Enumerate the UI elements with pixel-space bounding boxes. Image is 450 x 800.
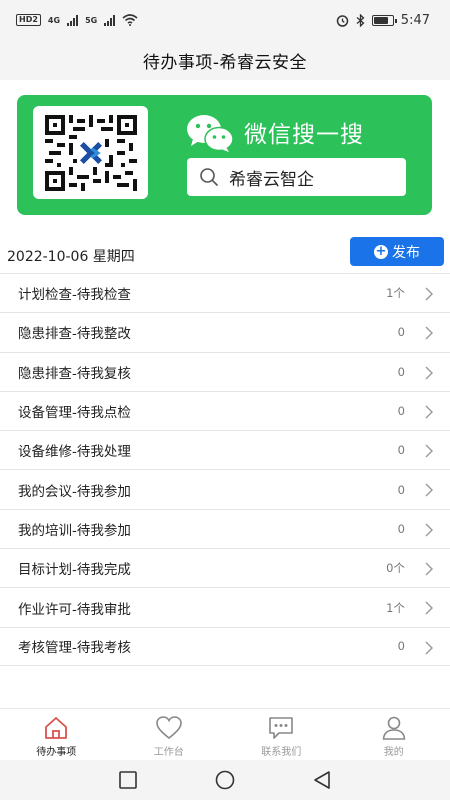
tab-workbench[interactable]: 工作台 — [113, 709, 226, 760]
task-count: 0 — [397, 482, 405, 497]
home-icon — [45, 717, 68, 739]
tab-label: 工作台 — [153, 747, 184, 758]
chevron-right-icon — [425, 287, 433, 301]
task-label: 隐患排查-待我整改 — [18, 326, 131, 343]
search-keyword: 希睿云智企 — [229, 169, 314, 190]
wechat-banner[interactable]: 微信搜一搜 希睿云智企 — [17, 95, 432, 215]
status-bar: HD2 4G 5G 5:47 — [0, 0, 450, 40]
bluetooth-icon — [356, 13, 365, 27]
home-circle-icon[interactable] — [214, 769, 236, 791]
tab-label: 待办事项 — [36, 747, 77, 758]
system-nav-bar — [0, 760, 450, 800]
task-item-meetings[interactable]: 我的会议-待我参加 0 — [0, 469, 450, 508]
task-count: 0 — [397, 364, 405, 379]
task-item-training[interactable]: 我的培训-待我参加 0 — [0, 508, 450, 548]
chevron-right-icon — [425, 483, 433, 497]
chevron-right-icon — [425, 366, 433, 380]
app-header: 待办事项-希睿云安全 — [0, 40, 450, 80]
chevron-right-icon — [425, 444, 433, 458]
task-item-target-plan[interactable]: 目标计划-待我完成 0个 — [0, 548, 450, 587]
task-item-hazard-rectify[interactable]: 隐患排查-待我整改 0 — [0, 312, 450, 351]
task-label: 作业许可-待我审批 — [18, 601, 131, 618]
task-label: 隐患排查-待我复核 — [18, 365, 131, 382]
task-count: 0 — [397, 404, 405, 419]
task-label: 我的会议-待我参加 — [18, 483, 131, 500]
task-list: 计划检查-待我检查 1个 隐患排查-待我整改 0 隐患排查-待我复核 0 设备管… — [0, 273, 450, 666]
task-count: 0 — [397, 443, 405, 458]
task-count: 0 — [397, 325, 405, 340]
task-item-plan-check[interactable]: 计划检查-待我检查 1个 — [0, 273, 450, 312]
signal-icon — [67, 14, 79, 26]
date-row: 2022-10-06 星期四 + 发布 — [0, 232, 450, 272]
chevron-right-icon — [425, 326, 433, 340]
alarm-icon — [336, 14, 349, 27]
chevron-right-icon — [425, 523, 433, 537]
task-item-work-permit[interactable]: 作业许可-待我审批 1个 — [0, 587, 450, 626]
network-type-2: 5G — [85, 15, 98, 25]
publish-label: 发布 — [392, 244, 420, 261]
task-count: 1个 — [386, 286, 405, 301]
status-right: 5:47 — [336, 13, 430, 28]
task-item-assessment[interactable]: 考核管理-待我考核 0 — [0, 626, 450, 666]
task-count: 1个 — [386, 600, 405, 615]
task-label: 考核管理-待我考核 — [18, 640, 131, 657]
task-count: 0 — [397, 521, 405, 536]
current-date: 2022-10-06 星期四 — [7, 249, 135, 265]
wechat-search-title: 微信搜一搜 — [244, 122, 364, 148]
tab-todo[interactable]: 待办事项 — [0, 709, 113, 760]
network-type-1: 4G — [47, 15, 61, 25]
clock: 5:47 — [400, 12, 430, 28]
tab-contact[interactable]: 联系我们 — [225, 709, 338, 760]
user-icon — [382, 716, 406, 740]
page-title: 待办事项-希睿云安全 — [142, 52, 308, 73]
task-label: 设备管理-待我点检 — [18, 405, 131, 422]
tab-label: 我的 — [383, 747, 404, 758]
chevron-right-icon — [425, 562, 433, 576]
chevron-right-icon — [425, 405, 433, 419]
wechat-search-box[interactable]: 希睿云智企 — [187, 158, 406, 196]
task-label: 目标计划-待我完成 — [18, 562, 131, 579]
tab-mine[interactable]: 我的 — [338, 709, 450, 760]
signal-icon — [104, 14, 116, 26]
search-icon — [200, 168, 219, 187]
recent-apps-icon[interactable] — [117, 769, 139, 791]
tab-label: 联系我们 — [261, 747, 302, 758]
task-label: 设备维修-待我处理 — [18, 444, 131, 461]
task-count: 0 — [397, 639, 405, 654]
chevron-right-icon — [425, 601, 433, 615]
task-item-equipment-repair[interactable]: 设备维修-待我处理 0 — [0, 430, 450, 469]
qr-code-icon — [44, 114, 137, 191]
publish-button[interactable]: + 发布 — [350, 237, 444, 266]
task-count: 0个 — [386, 561, 405, 576]
status-left: HD2 4G 5G — [16, 14, 138, 26]
plus-icon: + — [374, 243, 388, 259]
wifi-icon — [122, 14, 138, 26]
back-icon[interactable] — [311, 769, 333, 791]
task-label: 计划检查-待我检查 — [18, 287, 131, 304]
hd-badge: HD2 — [16, 14, 41, 26]
heart-icon — [155, 716, 182, 740]
bottom-tab-bar: 待办事项 工作台 联系我们 我的 — [0, 708, 450, 760]
chat-icon — [269, 717, 294, 739]
chevron-right-icon — [425, 641, 433, 655]
battery-icon — [371, 14, 397, 26]
wechat-logo-icon — [187, 115, 234, 152]
qr-code — [33, 106, 148, 199]
task-label: 我的培训-待我参加 — [18, 522, 131, 539]
task-item-equipment-inspect[interactable]: 设备管理-待我点检 0 — [0, 390, 450, 430]
task-item-hazard-review[interactable]: 隐患排查-待我复核 0 — [0, 351, 450, 391]
